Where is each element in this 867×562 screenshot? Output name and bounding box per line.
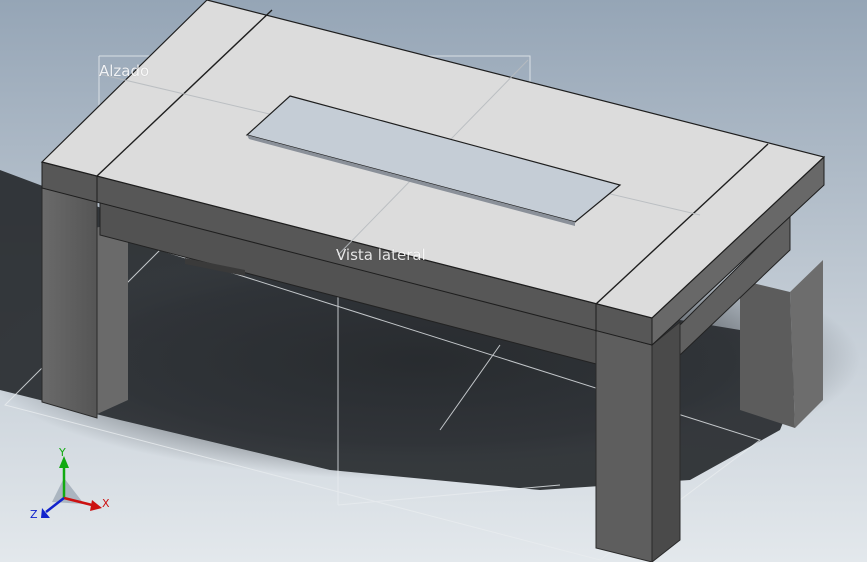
z-axis-label: Z [30, 508, 38, 521]
x-axis-arrow-icon [90, 500, 102, 511]
y-axis-label: Y [58, 448, 66, 459]
leg-front-left-front [41, 184, 98, 419]
leg-front-right-side [651, 320, 681, 562]
front-plane-label: Alzado [99, 62, 150, 80]
leg-back-right-front [740, 280, 795, 428]
x-axis-label: X [102, 497, 110, 510]
model-scene[interactable] [0, 0, 867, 562]
leg-front-right-front [595, 329, 653, 562]
side-plane-label: Vista lateral [336, 246, 426, 264]
3d-viewport[interactable]: Alzado Vista lateral Y X Z [0, 0, 867, 562]
axis-triad[interactable]: Y X Z [30, 448, 120, 528]
